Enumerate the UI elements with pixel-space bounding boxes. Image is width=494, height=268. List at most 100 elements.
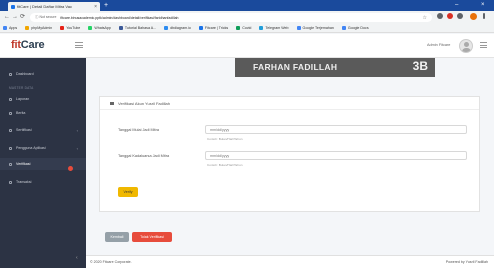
bookmark-label: Google Terjemahan — [302, 26, 334, 30]
bookmark-item[interactable]: Tutorial Bahasa A... — [118, 26, 157, 30]
app-logo[interactable]: fitCare — [11, 39, 45, 52]
bookmark-label: dbdiagram.io — [170, 26, 191, 30]
bookmark-label: Tutorial Bahasa A... — [124, 26, 157, 30]
sidebar-item-laporan[interactable]: Laporan — [0, 93, 86, 105]
app-header: fitCare Admin Fitcare — [0, 34, 494, 58]
back-button[interactable]: ← — [4, 14, 10, 21]
start-date-input[interactable] — [205, 125, 467, 134]
bookmark-favicon-icon — [164, 26, 169, 30]
expiry-date-label: Tanggal Kadaluarsa Jadi Mitra — [118, 154, 170, 158]
bookmark-favicon-icon — [341, 26, 346, 30]
sidebar-item-icon — [9, 111, 12, 115]
banner-name: FARHAN FADILLAH — [253, 62, 338, 72]
bookmark-favicon-icon — [60, 26, 65, 30]
bookmark-item[interactable]: YouTube — [60, 26, 80, 30]
sidebar-item-label: Laporan — [16, 97, 30, 101]
sidebar-section-header: MASTER DATA — [9, 86, 34, 90]
bookmark-favicon-icon — [88, 26, 93, 30]
bookmark-item[interactable]: Google Terjemahan — [296, 26, 334, 30]
reload-button[interactable]: ⟳ — [20, 14, 25, 21]
sidebar-item-pengguna-aplikasi[interactable]: Pengguna Aplikasi ‹ — [0, 142, 86, 154]
bookmark-favicon-icon — [296, 26, 301, 30]
bookmark-favicon-icon — [25, 26, 30, 30]
window-close-button[interactable]: × — [481, 2, 485, 9]
bookmark-item[interactable]: phpMyAdmin — [25, 26, 52, 30]
url-text[interactable]: fitcare.binusacademic.pptk/admin/dashboa… — [60, 16, 419, 20]
bookmark-label: WhatsApp — [94, 26, 111, 30]
bookmark-item[interactable]: Telegram Web — [259, 26, 289, 30]
sidebar-item-label: Verifikasi — [16, 162, 31, 166]
expiry-date-help: Contoh: Bulan/Hari/Tahun — [207, 163, 243, 167]
extension-puzzle-icon[interactable] — [457, 13, 463, 19]
bookmark-item[interactable]: WhatsApp — [88, 26, 111, 30]
chevron-left-icon: ‹ — [76, 145, 78, 151]
bookmark-label: Covid — [242, 26, 252, 30]
verify-button[interactable]: Verify — [118, 187, 138, 197]
sidebar-item-sertifikasi[interactable]: Sertifikasi ‹ — [0, 124, 86, 136]
bookmark-label: Google Docs — [347, 26, 369, 30]
forward-button[interactable]: → — [12, 14, 18, 21]
card-header-icon — [110, 101, 114, 105]
bookmark-label: YouTube — [66, 26, 81, 30]
user-avatar[interactable] — [459, 39, 473, 53]
bookmark-label: Apps — [9, 26, 18, 30]
header-menu-icon[interactable] — [480, 42, 487, 48]
chevron-left-icon: ‹ — [76, 127, 78, 133]
start-date-help: Contoh: Bulan/Hari/Tahun — [207, 137, 243, 141]
sidebar-item-icon — [9, 72, 12, 76]
bookmark-item[interactable]: Covid — [236, 26, 251, 30]
browser-tab[interactable]: fitCare | Detail Daftar Mitra Vac × — [8, 2, 100, 11]
sidebar-item-berita[interactable]: Berita — [0, 107, 86, 119]
notification-badge — [68, 166, 73, 171]
verification-card: Verifikasi Akun Yusril Fadillah Tanggal … — [99, 96, 480, 212]
bookmark-favicon-icon — [3, 26, 7, 30]
extension-icon[interactable] — [437, 13, 443, 19]
bookmark-favicon-icon — [236, 26, 241, 30]
logo-care: Care — [20, 39, 45, 51]
sidebar-item-label: Berita — [16, 111, 26, 115]
profile-avatar-icon[interactable] — [470, 13, 477, 20]
bookmark-item[interactable]: Google Docs — [341, 26, 369, 30]
sidebar-item-label: Dashboard — [16, 72, 34, 76]
back-button-app[interactable]: Kembali — [105, 232, 129, 242]
sidebar-item-dashboard[interactable]: Dashboard — [0, 68, 86, 80]
sidebar-item-label: Pengguna Aplikasi — [16, 146, 46, 150]
banner-number: 3B — [412, 59, 428, 73]
tab-favicon-icon — [11, 4, 15, 9]
start-date-label: Tanggal Mulai Jadi Mitra — [118, 128, 159, 132]
bookmark-favicon-icon — [259, 26, 264, 30]
bookmark-label: phpMyAdmin — [31, 26, 53, 30]
bookmark-favicon-icon — [198, 26, 203, 30]
card-header: Verifikasi Akun Yusril Fadillah — [100, 97, 479, 110]
new-tab-button[interactable]: + — [104, 2, 108, 10]
logo-fit: fit — [11, 39, 21, 51]
sidebar-item-icon — [9, 97, 12, 101]
footer-credit: Powered by Yusril Fadillah — [445, 260, 488, 264]
sidebar-collapse-icon[interactable]: ‹ — [76, 255, 78, 261]
sidebar-item-icon — [9, 162, 12, 166]
bookmarks-bar: Apps phpMyAdmin YouTube WhatsApp Tutorial Ba… — [0, 24, 494, 33]
bookmark-item[interactable]: Fitcare | Tricks — [198, 26, 228, 30]
tab-title: fitCare | Detail Daftar Mitra Vac — [17, 4, 72, 9]
sidebar-item-verifikasi[interactable]: Verifikasi — [0, 158, 86, 170]
sidebar-toggle-icon[interactable] — [75, 42, 83, 48]
browser-menu-icon[interactable] — [483, 13, 485, 19]
bookmark-star-icon[interactable]: ☆ — [423, 15, 427, 21]
reject-verification-button[interactable]: Tolak Verifikasi — [132, 232, 172, 242]
admin-name[interactable]: Admin Fitcare — [427, 43, 450, 47]
bookmark-item[interactable]: Apps — [3, 26, 17, 30]
address-bar[interactable]: ⓘ Not secure fitcare.binusacademic.pptk/… — [30, 13, 432, 22]
sidebar-item-label: Sertifikasi — [16, 128, 32, 132]
sidebar-item-transaksi[interactable]: Transaksi — [0, 176, 86, 188]
bookmark-item[interactable]: dbdiagram.io — [164, 26, 191, 30]
sidebar-item-icon — [9, 180, 12, 184]
sidebar-item-icon — [9, 146, 12, 150]
sidebar-item-label: Transaksi — [16, 180, 32, 184]
tab-close-icon[interactable]: × — [94, 4, 97, 10]
expiry-date-input[interactable] — [205, 151, 467, 160]
bookmark-label: Telegram Web — [265, 26, 289, 30]
window-minimize-button[interactable]: – — [455, 2, 458, 9]
extension-red-icon[interactable] — [447, 13, 453, 19]
security-indicator[interactable]: ⓘ Not secure — [35, 15, 56, 20]
browser-tab-strip: fitCare | Detail Daftar Mitra Vac × + – … — [0, 0, 494, 11]
